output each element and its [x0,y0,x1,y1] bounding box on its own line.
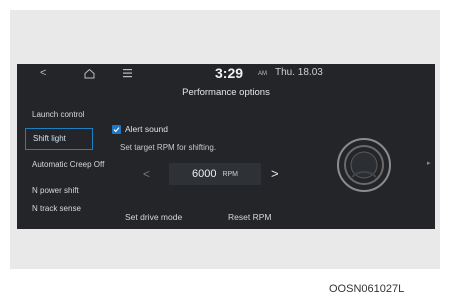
sidebar: Launch control Shift light Automatic Cre… [17,102,105,229]
infotainment-screen: < 3:29 AM Thu. 18.03 Performance options… [17,64,435,229]
chevron-right-icon[interactable]: ▸ [427,159,431,167]
alert-sound-row[interactable]: Alert sound [112,122,168,136]
page-title: Performance options [182,87,270,98]
target-rpm-label: Set target RPM for shifting. [120,143,217,152]
clock-ampm: AM [258,71,267,77]
sidebar-item-label: Shift light [33,134,66,143]
back-icon[interactable]: < [40,67,46,79]
sidebar-item-label: Launch control [32,110,85,119]
sidebar-item-label: N power shift [32,186,79,195]
alert-sound-checkbox[interactable] [112,124,121,134]
clock-date: Thu. 18.03 [275,67,323,78]
status-bar: < 3:29 AM Thu. 18.03 [17,64,435,84]
increase-icon[interactable]: > [271,166,279,181]
rpm-gauge-icon [337,138,391,192]
sidebar-item-n-track-sense[interactable]: N track sense [25,204,105,216]
sidebar-item-n-power-shift[interactable]: N power shift [25,180,105,202]
figure-caption: OOSN061027L [329,283,405,295]
decrease-icon[interactable]: < [143,167,150,181]
sidebar-item-automatic-creep-off[interactable]: Automatic Creep Off [25,154,105,176]
rpm-display: 6000 RPM [169,163,261,185]
home-icon[interactable] [84,68,95,79]
set-drive-mode-button[interactable]: Set drive mode [125,212,182,222]
rpm-unit: RPM [222,170,239,178]
menu-icon[interactable] [123,68,132,78]
reset-rpm-button[interactable]: Reset RPM [228,212,271,222]
sidebar-item-label: Automatic Creep Off [32,160,105,169]
sidebar-item-shift-light[interactable]: Shift light [25,128,93,150]
rpm-stepper: < 6000 RPM > [135,161,285,187]
sidebar-item-label: N track sense [32,204,81,213]
check-icon [113,126,120,132]
clock-time: 3:29 [215,65,244,81]
alert-sound-label: Alert sound [125,124,168,134]
sidebar-item-launch-control[interactable]: Launch control [25,104,105,126]
rpm-value: 6000 [191,168,217,180]
